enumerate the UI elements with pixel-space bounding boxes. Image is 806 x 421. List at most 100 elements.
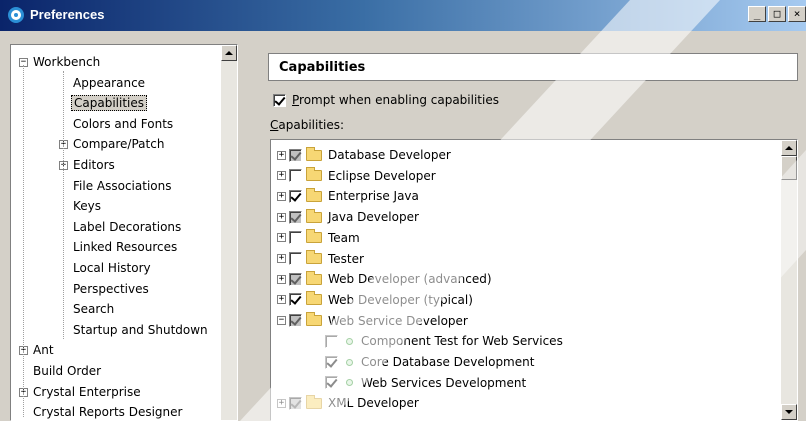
folder-icon bbox=[306, 250, 322, 264]
capability-checkbox[interactable] bbox=[325, 334, 338, 348]
tree-item-label: Perspectives bbox=[73, 281, 149, 296]
folder-icon bbox=[306, 167, 322, 182]
tree-item-label: Linked Resources bbox=[73, 240, 178, 255]
tree-item-linked-resources[interactable]: Linked Resources bbox=[71, 238, 179, 256]
capability-item-component-test-for-web-services[interactable]: Component Test for Web Services bbox=[325, 332, 563, 350]
tree-item-search[interactable]: Search bbox=[71, 300, 116, 318]
tree-item-crystal-reports-designer[interactable]: Crystal Reports Designer bbox=[31, 403, 184, 420]
capability-label: Java Developer bbox=[328, 210, 419, 225]
tree-item-label: Build Order bbox=[33, 364, 102, 378]
capability-item-tester[interactable]: + Tester bbox=[277, 250, 364, 268]
capability-label: Core Database Development bbox=[361, 355, 535, 369]
title-bar: Preferences _ □ × bbox=[0, 0, 806, 31]
tree-item-label: Crystal Enterprise bbox=[33, 384, 141, 399]
capability-checkbox[interactable] bbox=[289, 148, 302, 162]
capabilities-scroll-up-button[interactable] bbox=[781, 140, 797, 156]
capability-item-core-database-development[interactable]: Core Database Development bbox=[325, 353, 534, 371]
capability-checkbox[interactable] bbox=[289, 252, 302, 265]
capability-checkbox[interactable] bbox=[289, 231, 302, 245]
tree-item-crystal-enterprise[interactable]: + Crystal Enterprise bbox=[19, 383, 143, 401]
tree-item-label: Editors bbox=[73, 158, 115, 172]
capability-checkbox[interactable] bbox=[289, 210, 302, 224]
capability-item-database-developer[interactable]: + Database Developer bbox=[277, 146, 451, 164]
expand-icon[interactable]: + bbox=[277, 295, 286, 305]
maximize-button[interactable]: □ bbox=[768, 6, 786, 22]
tree-item-perspectives[interactable]: Perspectives bbox=[71, 280, 151, 298]
capability-checkbox[interactable] bbox=[325, 376, 338, 390]
tree-item-file-associations[interactable]: File Associations bbox=[71, 177, 173, 195]
capability-item-xml-developer[interactable]: + XML Developer bbox=[277, 394, 419, 412]
capability-item-eclipse-developer[interactable]: + Eclipse Developer bbox=[277, 167, 436, 185]
tree-connector-line bbox=[63, 71, 64, 339]
close-button[interactable]: × bbox=[788, 6, 806, 22]
capability-item-web-developer-typical-[interactable]: + Web Developer (typical) bbox=[277, 291, 473, 309]
capability-checkbox[interactable] bbox=[289, 189, 302, 203]
expand-icon[interactable]: + bbox=[277, 233, 286, 243]
capability-checkbox[interactable] bbox=[289, 272, 302, 286]
prompt-checkbox-row[interactable]: Prompt when enabling capabilities bbox=[273, 92, 499, 108]
tree-scroll-up-button[interactable] bbox=[221, 45, 237, 61]
expand-icon[interactable]: + bbox=[277, 254, 286, 263]
tree-connector-line bbox=[23, 65, 24, 417]
capability-label: Web Developer (advanced) bbox=[328, 272, 492, 287]
tree-item-keys[interactable]: Keys bbox=[71, 197, 103, 215]
capability-item-team[interactable]: + Team bbox=[277, 229, 360, 247]
capability-checkbox[interactable] bbox=[289, 293, 302, 307]
tree-item-label: Compare/Patch bbox=[73, 137, 165, 152]
minimize-button[interactable]: _ bbox=[748, 6, 766, 22]
tree-item-appearance[interactable]: Appearance bbox=[71, 74, 147, 92]
expand-icon[interactable]: + bbox=[277, 191, 286, 201]
preferences-app-icon bbox=[8, 7, 24, 23]
capability-label: Database Developer bbox=[328, 148, 451, 162]
tree-item-label-decorations[interactable]: Label Decorations bbox=[71, 218, 183, 236]
tree-item-label: Local History bbox=[73, 261, 151, 275]
expand-icon[interactable]: + bbox=[277, 171, 286, 181]
collapse-icon[interactable]: − bbox=[277, 316, 286, 326]
tree-scrollbar[interactable] bbox=[221, 45, 237, 420]
activity-icon bbox=[346, 358, 353, 366]
tree-item-startup-and-shutdown[interactable]: Startup and Shutdown bbox=[71, 321, 210, 339]
folder-icon bbox=[306, 229, 322, 244]
capability-checkbox[interactable] bbox=[325, 355, 338, 369]
capabilities-scroll-thumb[interactable] bbox=[781, 156, 797, 180]
tree-item-ant[interactable]: + Ant bbox=[19, 341, 56, 359]
tree-item-label: Capabilities bbox=[71, 95, 147, 112]
tree-item-label: Keys bbox=[73, 199, 102, 214]
capabilities-scrollbar[interactable] bbox=[781, 140, 797, 420]
tree-item-label: Ant bbox=[33, 343, 54, 358]
capability-label: Web Service Developer bbox=[328, 313, 468, 328]
activity-icon bbox=[346, 337, 353, 345]
capabilities-tree[interactable]: + Database Developer + Eclipse Developer + En… bbox=[270, 139, 798, 421]
capability-item-web-service-developer[interactable]: − Web Service Developer bbox=[277, 312, 468, 330]
capability-item-java-developer[interactable]: + Java Developer bbox=[277, 208, 419, 226]
preferences-tree[interactable]: − Workbench Appearance Capabilities Colors a… bbox=[10, 44, 238, 421]
capability-item-web-developer-advanced-[interactable]: + Web Developer (advanced) bbox=[277, 270, 492, 288]
capability-item-web-services-development[interactable]: Web Services Development bbox=[325, 374, 526, 392]
folder-icon bbox=[306, 146, 322, 161]
tree-item-build-order[interactable]: Build Order bbox=[31, 362, 103, 380]
expand-icon[interactable]: + bbox=[277, 398, 286, 408]
tree-item-local-history[interactable]: Local History bbox=[71, 259, 153, 277]
capability-item-enterprise-java[interactable]: + Enterprise Java bbox=[277, 187, 419, 205]
window-controls: _ □ × bbox=[748, 6, 806, 22]
capability-label: Component Test for Web Services bbox=[361, 334, 563, 349]
page-header: Capabilities bbox=[268, 53, 798, 81]
folder-icon bbox=[306, 291, 322, 306]
tree-item-label: Crystal Reports Designer bbox=[33, 405, 183, 420]
tree-item-workbench[interactable]: − Workbench bbox=[19, 53, 102, 71]
tree-item-colors-and-fonts[interactable]: Colors and Fonts bbox=[71, 115, 175, 133]
tree-item-compare-patch[interactable]: + Compare/Patch bbox=[59, 135, 166, 153]
tree-item-editors[interactable]: + Editors bbox=[59, 156, 117, 174]
tree-item-capabilities[interactable]: Capabilities bbox=[71, 94, 147, 112]
expand-icon[interactable]: + bbox=[277, 212, 286, 222]
capability-checkbox[interactable] bbox=[289, 396, 302, 410]
prompt-checkbox[interactable] bbox=[273, 93, 286, 107]
capability-checkbox[interactable] bbox=[289, 169, 302, 183]
capability-checkbox[interactable] bbox=[289, 314, 302, 328]
page-title: Capabilities bbox=[279, 60, 366, 75]
expand-icon[interactable]: + bbox=[277, 150, 286, 160]
capabilities-scroll-down-button[interactable] bbox=[781, 404, 797, 420]
expand-icon[interactable]: + bbox=[277, 274, 286, 284]
capability-label: Enterprise Java bbox=[328, 189, 419, 204]
window-title: Preferences bbox=[30, 7, 105, 22]
